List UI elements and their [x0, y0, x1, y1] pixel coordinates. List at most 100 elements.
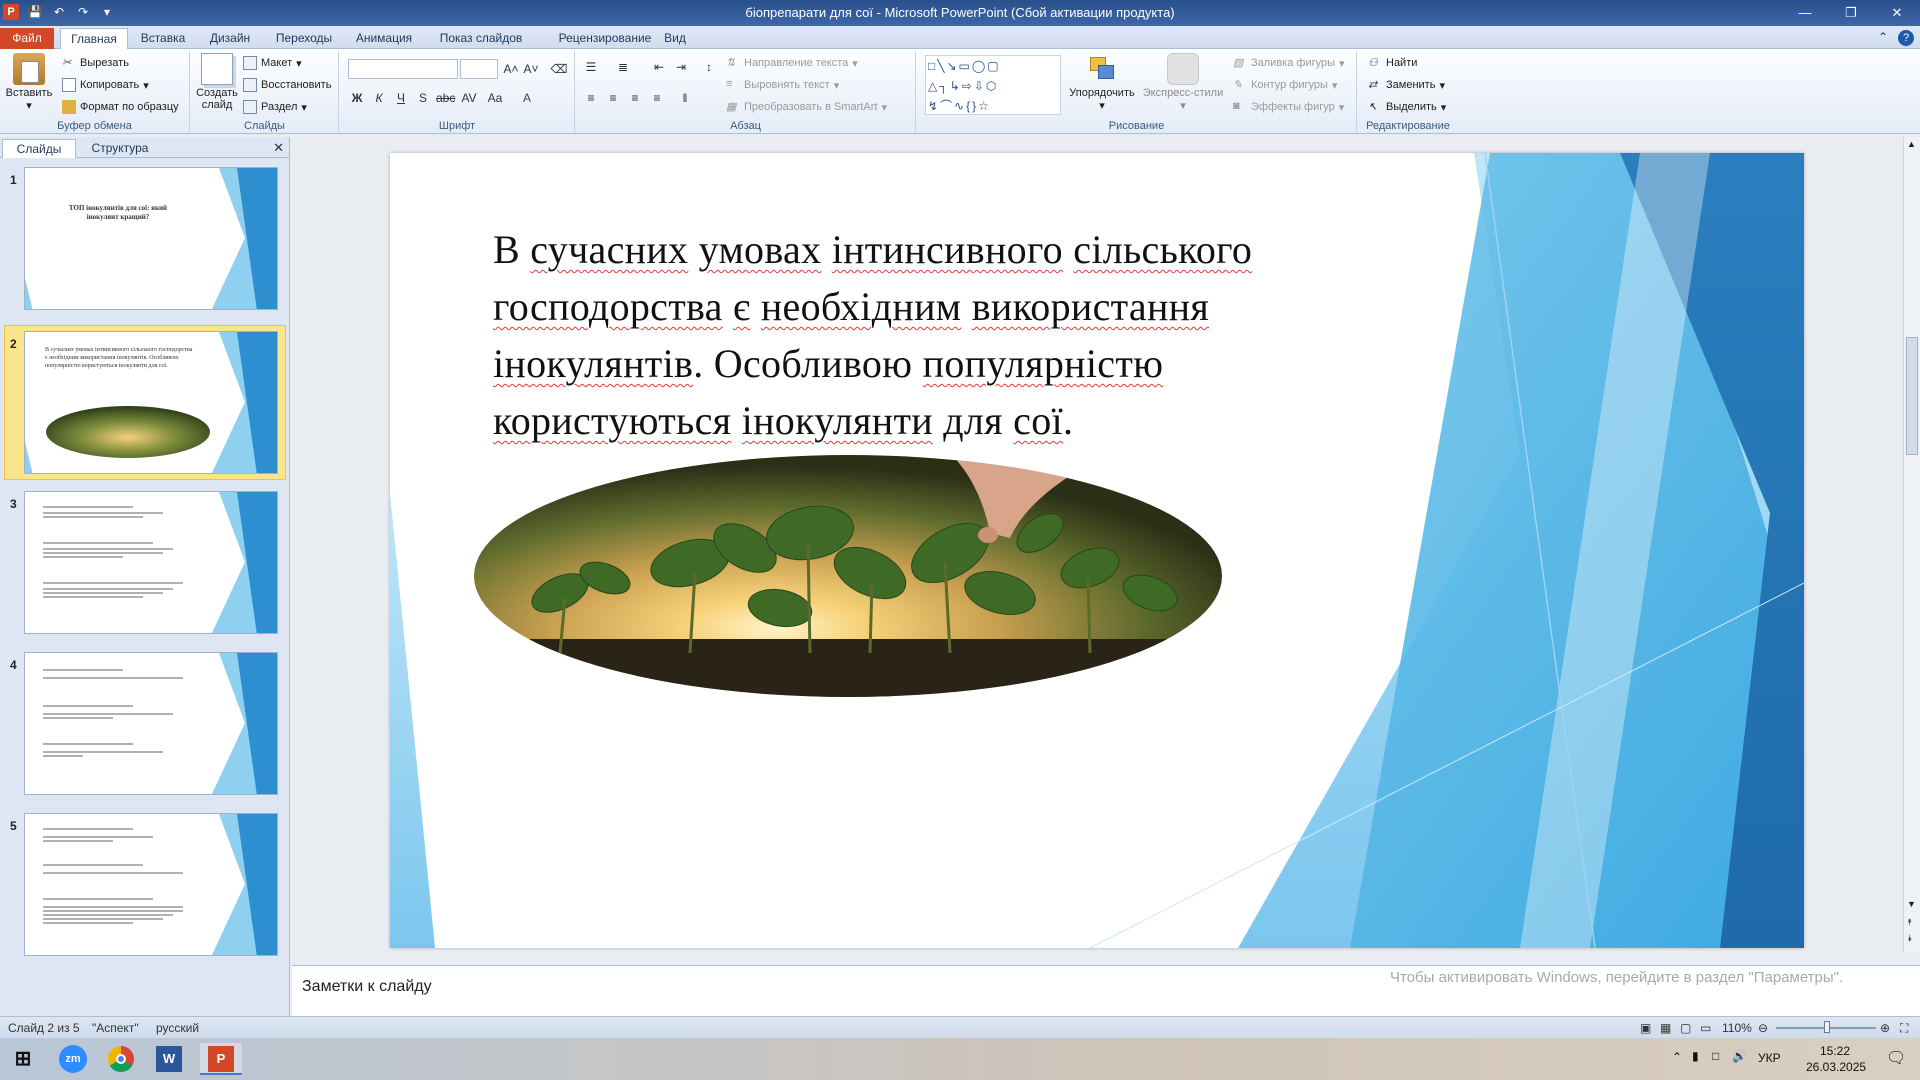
zoom-out-icon[interactable]: ⊖	[1758, 1021, 1768, 1035]
select-button[interactable]: ↖ Выделить ▾	[1368, 100, 1446, 114]
tab-insert[interactable]: Вставка	[134, 28, 192, 49]
word-icon[interactable]: W	[152, 1043, 186, 1075]
zoom-slider-thumb[interactable]	[1824, 1021, 1830, 1033]
zoom-in-icon[interactable]: ⊕	[1880, 1021, 1890, 1035]
slide-body-text[interactable]: В сучасних умовах інтинсивного сільськог…	[493, 221, 1493, 449]
windows-taskbar: ⊞ zm W P ⌃ ▮ □ 🔊 УКР 15:22 26.03.2025 🗨	[0, 1038, 1920, 1080]
arrange-button[interactable]: Упорядочить ▾	[1065, 53, 1139, 112]
slide-text-segment	[821, 227, 831, 272]
notifications-icon[interactable]: 🗨	[1886, 1048, 1906, 1068]
help-icon[interactable]: ?	[1898, 30, 1914, 46]
shape-effects-button[interactable]: ◙ Эффекты фигур ▾	[1233, 100, 1344, 114]
windows-start-icon[interactable]: ⊞	[6, 1043, 40, 1075]
volume-icon[interactable]: 🔊	[1732, 1049, 1747, 1063]
new-slide-button[interactable]: Создать слайд	[193, 53, 241, 111]
italic-icon[interactable]: К	[370, 89, 388, 107]
align-center-icon[interactable]: ≡	[604, 89, 622, 107]
clock-date[interactable]: 26.03.2025	[1806, 1060, 1866, 1074]
activation-watermark: Чтобы активировать Windows, перейдите в …	[1390, 969, 1844, 986]
cut-button[interactable]: ✂ Вырезать	[62, 56, 129, 70]
slideshow-icon[interactable]: ▭	[1700, 1021, 1711, 1035]
tab-slides[interactable]: Слайды	[2, 139, 76, 158]
grow-font-icon[interactable]: A˄	[502, 60, 520, 78]
misspelled-word: є	[733, 284, 751, 329]
numbering-icon[interactable]: ≣	[614, 58, 632, 76]
tab-view[interactable]: Вид	[660, 28, 690, 49]
scroll-down-arrow[interactable]: ▼	[1907, 899, 1916, 909]
decrease-indent-icon[interactable]: ⇤	[650, 58, 668, 76]
minimize-ribbon-icon[interactable]: ⌃	[1878, 30, 1888, 46]
smartart-icon: ▦	[726, 101, 737, 113]
current-slide[interactable]: В сучасних умовах інтинсивного сільськог…	[390, 153, 1804, 948]
scroll-thumb[interactable]	[1906, 337, 1918, 455]
network-icon[interactable]: □	[1712, 1049, 1719, 1063]
tab-home[interactable]: Главная	[60, 28, 128, 50]
shape-outline-button[interactable]: ✎ Контур фигуры ▾	[1233, 78, 1337, 92]
bullets-icon[interactable]: ☰	[582, 58, 600, 76]
show-hidden-icons[interactable]: ⌃	[1672, 1050, 1682, 1064]
zoom-level[interactable]: 110%	[1722, 1021, 1752, 1035]
find-button[interactable]: ⚇ Найти	[1368, 56, 1417, 70]
align-left-icon[interactable]: ≡	[582, 89, 600, 107]
copy-button[interactable]: Копировать ▾	[62, 78, 149, 92]
battery-icon[interactable]: ▮	[1692, 1049, 1699, 1063]
minimize-button[interactable]: —	[1782, 0, 1828, 26]
misspelled-word: господорства	[493, 284, 723, 329]
clear-format-icon[interactable]: ⌫	[550, 60, 568, 78]
previous-slide-icon[interactable]: ⯭	[1907, 917, 1912, 928]
normal-view-icon[interactable]: ▣	[1640, 1021, 1651, 1035]
smartart-button[interactable]: ▦ Преобразовать в SmartArt ▾	[726, 100, 887, 114]
close-panel-icon[interactable]: ✕	[273, 140, 284, 156]
bold-icon[interactable]: Ж	[348, 89, 366, 107]
scroll-up-arrow[interactable]: ▲	[1907, 139, 1916, 149]
shrink-font-icon[interactable]: A˅	[522, 60, 540, 78]
columns-icon[interactable]: ‖	[676, 89, 694, 107]
paste-button[interactable]: Вставить ▾	[2, 53, 56, 112]
language-indicator[interactable]: русский	[156, 1021, 199, 1035]
close-button[interactable]: ✕	[1874, 0, 1920, 26]
quick-styles-button[interactable]: Экспресс-стили ▾	[1141, 53, 1225, 112]
shape-fill-button[interactable]: ▧ Заливка фигуры ▾	[1233, 56, 1345, 70]
font-color-icon[interactable]: A	[518, 89, 536, 107]
powerpoint-taskbar-icon[interactable]: P	[200, 1043, 242, 1075]
format-painter-button[interactable]: Формат по образцу	[62, 100, 179, 114]
slide-text-segment: .	[1062, 398, 1074, 443]
spacing-icon[interactable]: AV	[460, 89, 478, 107]
tab-file[interactable]: Файл	[0, 28, 54, 49]
align-text-button[interactable]: ≡ Выровнять текст ▾	[726, 78, 839, 92]
text-direction-button[interactable]: ⇅ Направление текста ▾	[726, 56, 858, 70]
strikethrough-icon[interactable]: abc	[436, 89, 455, 107]
tab-animation[interactable]: Анимация	[345, 28, 423, 49]
clock-time[interactable]: 15:22	[1820, 1044, 1850, 1058]
restore-button[interactable]: ❐	[1828, 0, 1874, 26]
tab-transitions[interactable]: Переходы	[270, 28, 338, 49]
tab-outline[interactable]: Структура	[80, 139, 160, 158]
reset-button[interactable]: Восстановить	[243, 78, 331, 92]
next-slide-icon[interactable]: ⯯	[1907, 933, 1912, 944]
justify-icon[interactable]: ≡	[648, 89, 666, 107]
layout-button[interactable]: Макет ▾	[243, 56, 302, 70]
shapes-gallery[interactable]: □╲↘▭◯▢ △┐↳⇨⇩⬡ ↯⌒∿{}☆	[925, 55, 1061, 115]
increase-indent-icon[interactable]: ⇥	[672, 58, 690, 76]
line-spacing-icon[interactable]: ↕	[700, 58, 718, 76]
shadow-icon[interactable]: S	[414, 89, 432, 107]
font-name-combo[interactable]	[348, 59, 458, 79]
theme-name[interactable]: "Аспект"	[92, 1021, 139, 1035]
reading-view-icon[interactable]: ▢	[1680, 1021, 1691, 1035]
change-case-icon[interactable]: Aa	[486, 89, 504, 107]
fit-to-window-icon[interactable]: ⛶	[1900, 1021, 1908, 1036]
vertical-scrollbar[interactable]: ▲ ▼ ⯭ ⯯	[1903, 137, 1920, 952]
tab-review[interactable]: Рецензирование	[540, 28, 670, 49]
replace-button[interactable]: ⇄ Заменить ▾	[1368, 78, 1445, 92]
underline-icon[interactable]: Ч	[392, 89, 410, 107]
tab-slideshow[interactable]: Показ слайдов	[432, 28, 530, 49]
tab-design[interactable]: Дизайн	[200, 28, 260, 49]
font-size-combo[interactable]	[460, 59, 498, 79]
language-switcher[interactable]: УКР	[1758, 1051, 1781, 1065]
misspelled-word: використання	[971, 284, 1210, 329]
slide-sorter-icon[interactable]: ▦	[1660, 1021, 1671, 1035]
chrome-icon[interactable]	[104, 1043, 138, 1075]
align-right-icon[interactable]: ≡	[626, 89, 644, 107]
section-button[interactable]: Раздел ▾	[243, 100, 307, 114]
zoom-app-icon[interactable]: zm	[56, 1043, 90, 1075]
